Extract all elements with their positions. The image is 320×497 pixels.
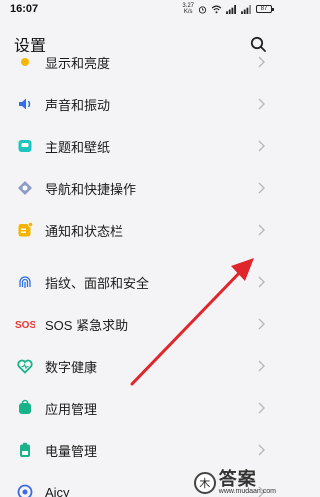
chevron-right-icon bbox=[258, 402, 265, 414]
navigation-icon bbox=[15, 178, 35, 198]
chevron-right-icon bbox=[258, 182, 265, 194]
signal-icon bbox=[226, 4, 236, 14]
status-time: 16:07 bbox=[10, 3, 39, 15]
settings-item-navigation[interactable]: 导航和快捷操作 bbox=[0, 168, 280, 208]
fingerprint-icon bbox=[15, 272, 35, 292]
watermark: 木 答案 www.mudaan.com bbox=[193, 470, 276, 495]
settings-item-label: 通知和状态栏 bbox=[45, 223, 124, 239]
settings-item-label: 主题和壁纸 bbox=[45, 139, 111, 155]
theme-icon bbox=[15, 136, 35, 156]
settings-item-label: 导航和快捷操作 bbox=[45, 181, 137, 197]
search-icon[interactable] bbox=[250, 36, 266, 52]
network-speed: 3.27 K/s bbox=[182, 3, 194, 15]
settings-item-label: 电量管理 bbox=[45, 443, 98, 459]
settings-item-sos[interactable]: SOS SOS 紧急求助 bbox=[0, 304, 280, 344]
settings-item-label: 声音和振动 bbox=[45, 97, 111, 113]
chevron-right-icon bbox=[258, 444, 265, 456]
status-bar: 16:07 3.27 K/s 87 bbox=[0, 0, 280, 18]
digital-health-icon bbox=[15, 356, 35, 376]
settings-item-theme[interactable]: 主题和壁纸 bbox=[0, 126, 280, 166]
settings-item-label: 显示和亮度 bbox=[45, 55, 111, 71]
settings-item-label: Aicy bbox=[45, 484, 70, 497]
display-icon bbox=[15, 52, 35, 72]
app-management-icon bbox=[15, 398, 35, 418]
watermark-logo-icon: 木 bbox=[193, 471, 216, 494]
chevron-right-icon bbox=[258, 56, 265, 68]
settings-item-battery[interactable]: 电量管理 bbox=[0, 430, 280, 470]
settings-item-security[interactable]: 指纹、面部和安全 bbox=[0, 262, 280, 302]
status-icons: 3.27 K/s 87 bbox=[182, 3, 274, 15]
settings-item-label: 指纹、面部和安全 bbox=[45, 275, 150, 291]
settings-item-label: SOS 紧急求助 bbox=[45, 317, 129, 333]
battery-icon: 87 bbox=[256, 5, 274, 13]
chevron-right-icon bbox=[258, 360, 265, 372]
settings-item-notification[interactable]: 通知和状态栏 bbox=[0, 210, 280, 250]
settings-item-display[interactable]: 显示和亮度 bbox=[0, 52, 280, 82]
settings-item-sound[interactable]: 声音和振动 bbox=[0, 84, 280, 124]
wifi-icon bbox=[211, 5, 222, 13]
alarm-icon bbox=[198, 5, 207, 14]
chevron-right-icon bbox=[258, 98, 265, 110]
watermark-text: 答案 www.mudaan.com bbox=[219, 470, 276, 495]
chevron-right-icon bbox=[258, 224, 265, 236]
battery-management-icon bbox=[15, 440, 35, 460]
settings-item-digital-health[interactable]: 数字健康 bbox=[0, 346, 280, 386]
sos-icon: SOS bbox=[15, 314, 35, 334]
settings-item-app-management[interactable]: 应用管理 bbox=[0, 388, 280, 428]
aicy-icon bbox=[15, 482, 35, 497]
chevron-right-icon bbox=[258, 140, 265, 152]
settings-list: 显示和亮度 声音和振动 主题和壁纸 导航和快捷操作 通知和状态栏 指纹、面部和安… bbox=[0, 52, 280, 497]
signal-icon-2 bbox=[241, 4, 251, 14]
chevron-right-icon bbox=[258, 276, 265, 288]
notification-icon bbox=[15, 220, 35, 240]
watermark-url: www.mudaan.com bbox=[218, 488, 276, 495]
settings-item-label: 数字健康 bbox=[45, 359, 98, 375]
chevron-right-icon bbox=[258, 318, 265, 330]
svg-text:SOS: SOS bbox=[15, 320, 35, 331]
settings-item-label: 应用管理 bbox=[45, 401, 98, 417]
watermark-title: 答案 bbox=[218, 469, 257, 489]
network-speed-unit: K/s bbox=[183, 9, 193, 15]
speaker-icon bbox=[15, 94, 35, 114]
